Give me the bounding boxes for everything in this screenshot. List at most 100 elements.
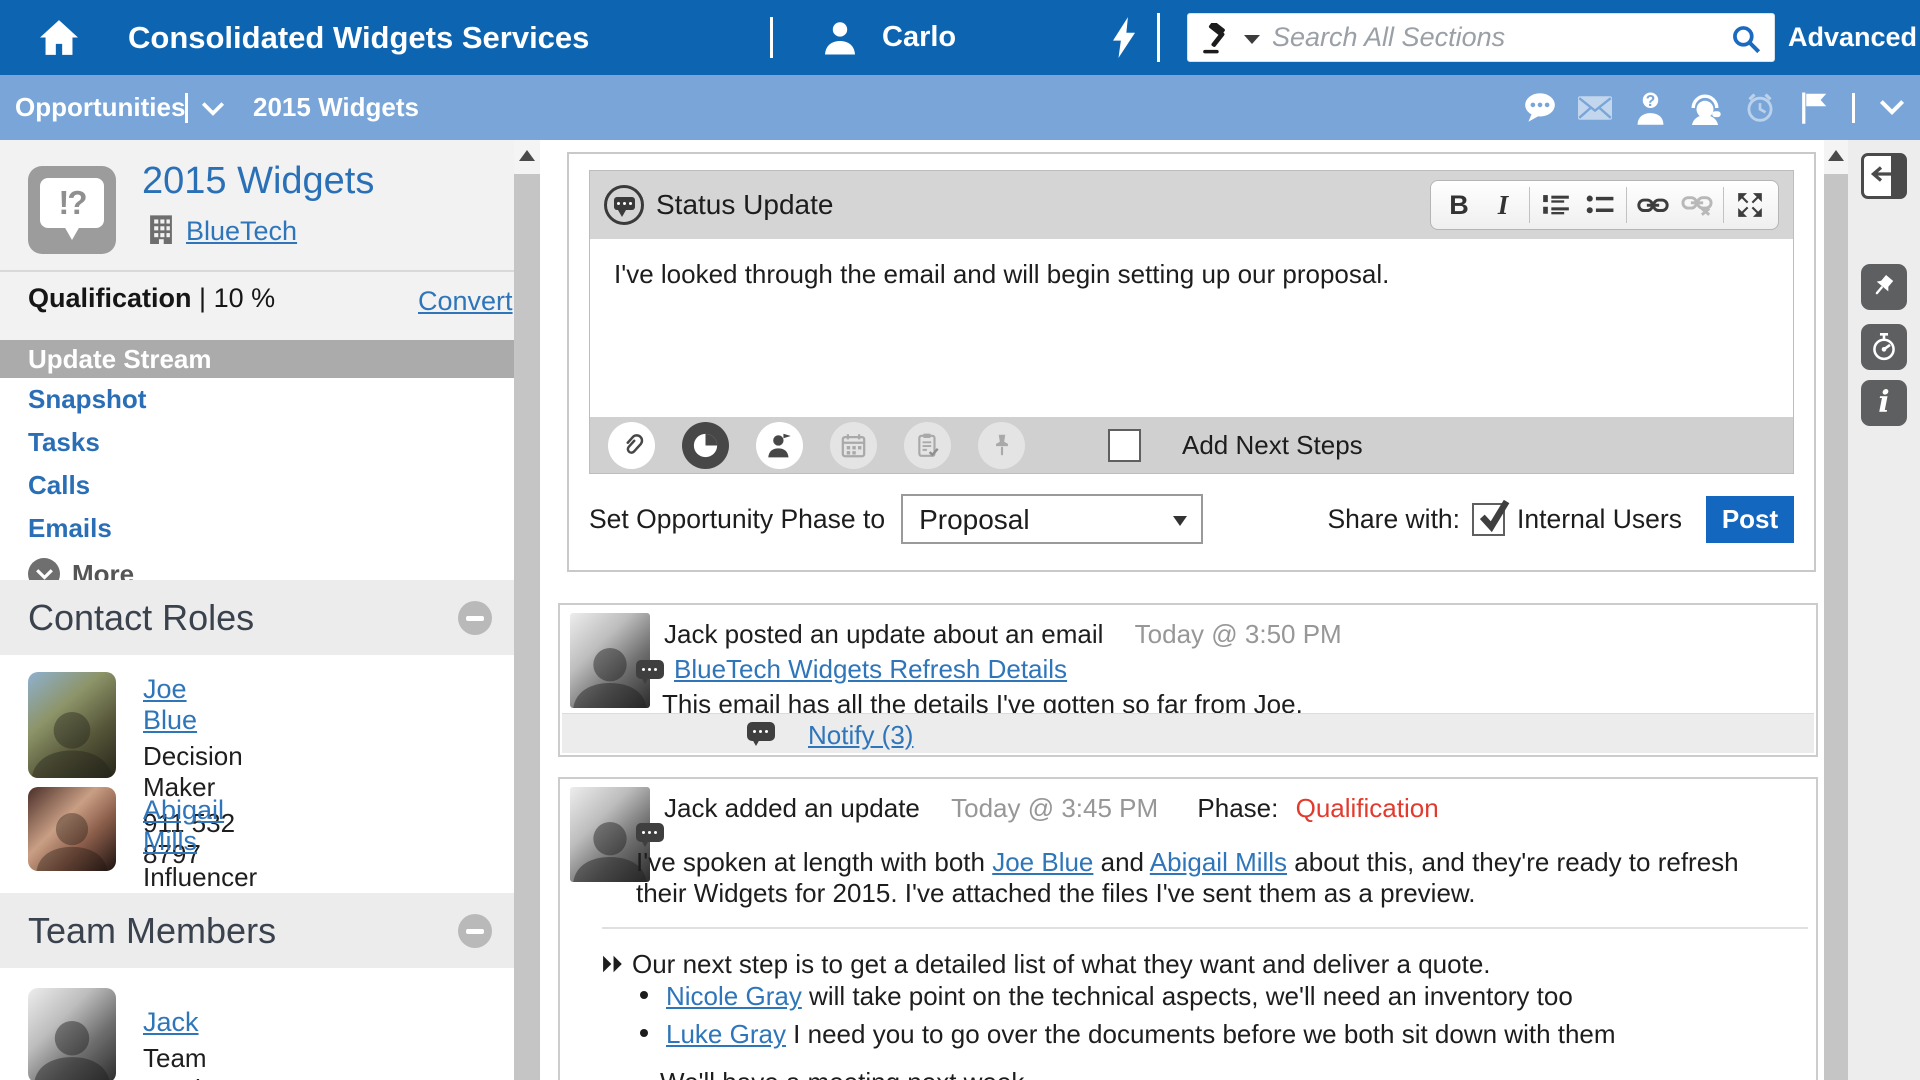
attachment-toolbar: Add Next Steps bbox=[590, 417, 1793, 473]
schedule-calendar-icon[interactable] bbox=[830, 422, 877, 469]
toolbar-chevron-down-icon[interactable] bbox=[1874, 90, 1910, 126]
sidebar-item-calls[interactable]: Calls bbox=[0, 464, 515, 507]
search-input[interactable] bbox=[1272, 14, 1702, 61]
entry-paragraph: I've spoken at length with both Joe Blue… bbox=[636, 847, 1786, 909]
quick-actions-bolt-icon[interactable] bbox=[1113, 17, 1135, 63]
entry-header: Jack posted an update about an email bbox=[664, 619, 1103, 649]
status-update-bubble-icon bbox=[604, 185, 644, 225]
status-update-composer: Status Update B I I've looked thr bbox=[567, 152, 1816, 572]
member-name-link[interactable]: Jack bbox=[143, 1007, 199, 1037]
collapse-contact-roles-button[interactable] bbox=[458, 601, 492, 635]
divider bbox=[770, 17, 773, 58]
contact-mention-link[interactable]: Joe Blue bbox=[992, 847, 1093, 877]
scroll-up-arrow[interactable] bbox=[519, 150, 535, 161]
status-update-input[interactable]: I've looked through the email and will b… bbox=[590, 239, 1793, 417]
member-mention-link[interactable]: Nicole Gray bbox=[666, 981, 802, 1011]
member-photo-jack[interactable] bbox=[28, 988, 116, 1080]
app-title: Consolidated Widgets Services bbox=[128, 0, 589, 75]
attach-file-paperclip-icon[interactable] bbox=[608, 422, 655, 469]
add-next-steps-checkbox[interactable] bbox=[1108, 429, 1141, 462]
opportunity-logo-icon: !? bbox=[28, 166, 116, 254]
speech-bubble-icon bbox=[636, 660, 664, 679]
sidebar-item-update-stream[interactable]: Update Stream bbox=[0, 340, 515, 378]
bullet-list-icon[interactable] bbox=[1578, 183, 1622, 227]
home-icon[interactable] bbox=[40, 20, 78, 60]
fullscreen-icon[interactable] bbox=[1728, 183, 1772, 227]
email-subject-link[interactable]: BlueTech Widgets Refresh Details bbox=[674, 654, 1067, 685]
italic-button[interactable]: I bbox=[1481, 183, 1525, 227]
module-chevron-down-icon[interactable] bbox=[202, 102, 224, 121]
task-clipboard-icon[interactable] bbox=[904, 422, 951, 469]
next-steps-chevrons-icon bbox=[602, 949, 624, 980]
share-with-label: Share with: bbox=[1327, 504, 1460, 535]
flag-icon[interactable] bbox=[1797, 90, 1833, 126]
account-link[interactable]: BlueTech bbox=[186, 216, 297, 247]
numbered-list-icon[interactable] bbox=[1534, 183, 1578, 227]
collapse-panel-icon[interactable] bbox=[1861, 153, 1907, 199]
insert-link-icon[interactable] bbox=[1631, 183, 1675, 227]
sales-stage: Qualification | 10 % bbox=[28, 283, 275, 314]
post-button[interactable]: Post bbox=[1706, 496, 1794, 543]
module-toolbar: ? bbox=[1522, 75, 1910, 140]
module-menu[interactable]: Opportunities bbox=[15, 75, 185, 140]
sidebar-item-snapshot[interactable]: Snapshot bbox=[0, 378, 515, 421]
scrollbar-thumb[interactable] bbox=[514, 174, 540, 1080]
search-icon[interactable] bbox=[1730, 23, 1762, 60]
chat-bubble-icon[interactable] bbox=[1522, 90, 1558, 126]
contact-name-link[interactable]: Abigail Mills bbox=[143, 795, 224, 856]
crm-screen: Consolidated Widgets Services Carlo Adva… bbox=[0, 0, 1920, 1080]
user-icon[interactable] bbox=[822, 19, 858, 62]
add-next-steps-label: Add Next Steps bbox=[1156, 430, 1363, 461]
email-icon[interactable] bbox=[1577, 90, 1613, 126]
record-breadcrumb: 2015 Widgets bbox=[253, 75, 419, 140]
scrollbar-thumb[interactable] bbox=[1824, 174, 1848, 1080]
comment-bubble-icon[interactable] bbox=[747, 722, 775, 741]
contact-roles-header: Contact Roles bbox=[0, 580, 515, 655]
dropdown-caret-icon bbox=[1173, 516, 1187, 526]
alarm-clock-icon[interactable] bbox=[1742, 90, 1778, 126]
pin-update-icon[interactable] bbox=[978, 422, 1025, 469]
logo-glyph: !? bbox=[40, 178, 104, 228]
search-scope-gavel-icon[interactable] bbox=[1202, 23, 1233, 59]
question-glyph: ? bbox=[1645, 93, 1654, 110]
module-bar: Opportunities 2015 Widgets ? bbox=[0, 75, 1920, 140]
collapse-team-members-button[interactable] bbox=[458, 914, 492, 948]
search-scope-caret-icon[interactable] bbox=[1244, 35, 1260, 44]
list-item: Luke Gray I need you to go over the docu… bbox=[640, 1019, 1616, 1050]
notify-link[interactable]: Notify (3) bbox=[808, 720, 913, 751]
divider bbox=[1157, 13, 1160, 62]
bold-button[interactable]: B bbox=[1437, 183, 1481, 227]
internal-users-label: Internal Users bbox=[1517, 504, 1682, 535]
pin-icon[interactable] bbox=[1861, 264, 1907, 310]
current-user[interactable]: Carlo bbox=[882, 0, 956, 75]
log-time-clock-icon[interactable] bbox=[682, 422, 729, 469]
info-icon[interactable]: i bbox=[1861, 380, 1907, 426]
advanced-search-link[interactable]: Advanced bbox=[1788, 0, 1917, 75]
sidebar-item-tasks[interactable]: Tasks bbox=[0, 421, 515, 464]
internal-users-checkbox[interactable] bbox=[1472, 503, 1505, 536]
convert-link[interactable]: Convert bbox=[418, 286, 513, 317]
assign-person-icon[interactable] bbox=[756, 422, 803, 469]
divider bbox=[0, 270, 515, 272]
info-glyph: i bbox=[1878, 388, 1889, 418]
contact-name-link[interactable]: Joe Blue bbox=[143, 674, 197, 735]
member-mention-link[interactable]: Luke Gray bbox=[666, 1019, 786, 1049]
contact-photo-abigail-mills[interactable] bbox=[28, 787, 116, 871]
member-role: Team Lead bbox=[143, 1043, 207, 1080]
formatting-toolbar: B I bbox=[1430, 180, 1779, 230]
scroll-up-arrow[interactable] bbox=[1828, 150, 1844, 161]
stopwatch-icon[interactable] bbox=[1861, 324, 1907, 370]
contact-mention-link[interactable]: Abigail Mills bbox=[1150, 847, 1287, 877]
help-person-icon[interactable]: ? bbox=[1632, 90, 1668, 126]
record-summary: !? 2015 Widgets BlueTech Qualification |… bbox=[0, 140, 515, 340]
sidebar-scrollbar bbox=[514, 140, 540, 1080]
phase-dropdown[interactable]: Proposal bbox=[901, 494, 1203, 544]
sidebar-item-emails[interactable]: Emails bbox=[0, 507, 515, 550]
top-bar: Consolidated Widgets Services Carlo Adva… bbox=[0, 0, 1920, 75]
record-title: 2015 Widgets bbox=[142, 160, 374, 203]
contact-photo-joe-blue[interactable] bbox=[28, 672, 116, 778]
remove-link-icon[interactable] bbox=[1675, 183, 1719, 227]
divider bbox=[185, 93, 188, 123]
phase-label: Set Opportunity Phase to bbox=[589, 504, 885, 535]
support-headset-icon[interactable] bbox=[1687, 90, 1723, 126]
